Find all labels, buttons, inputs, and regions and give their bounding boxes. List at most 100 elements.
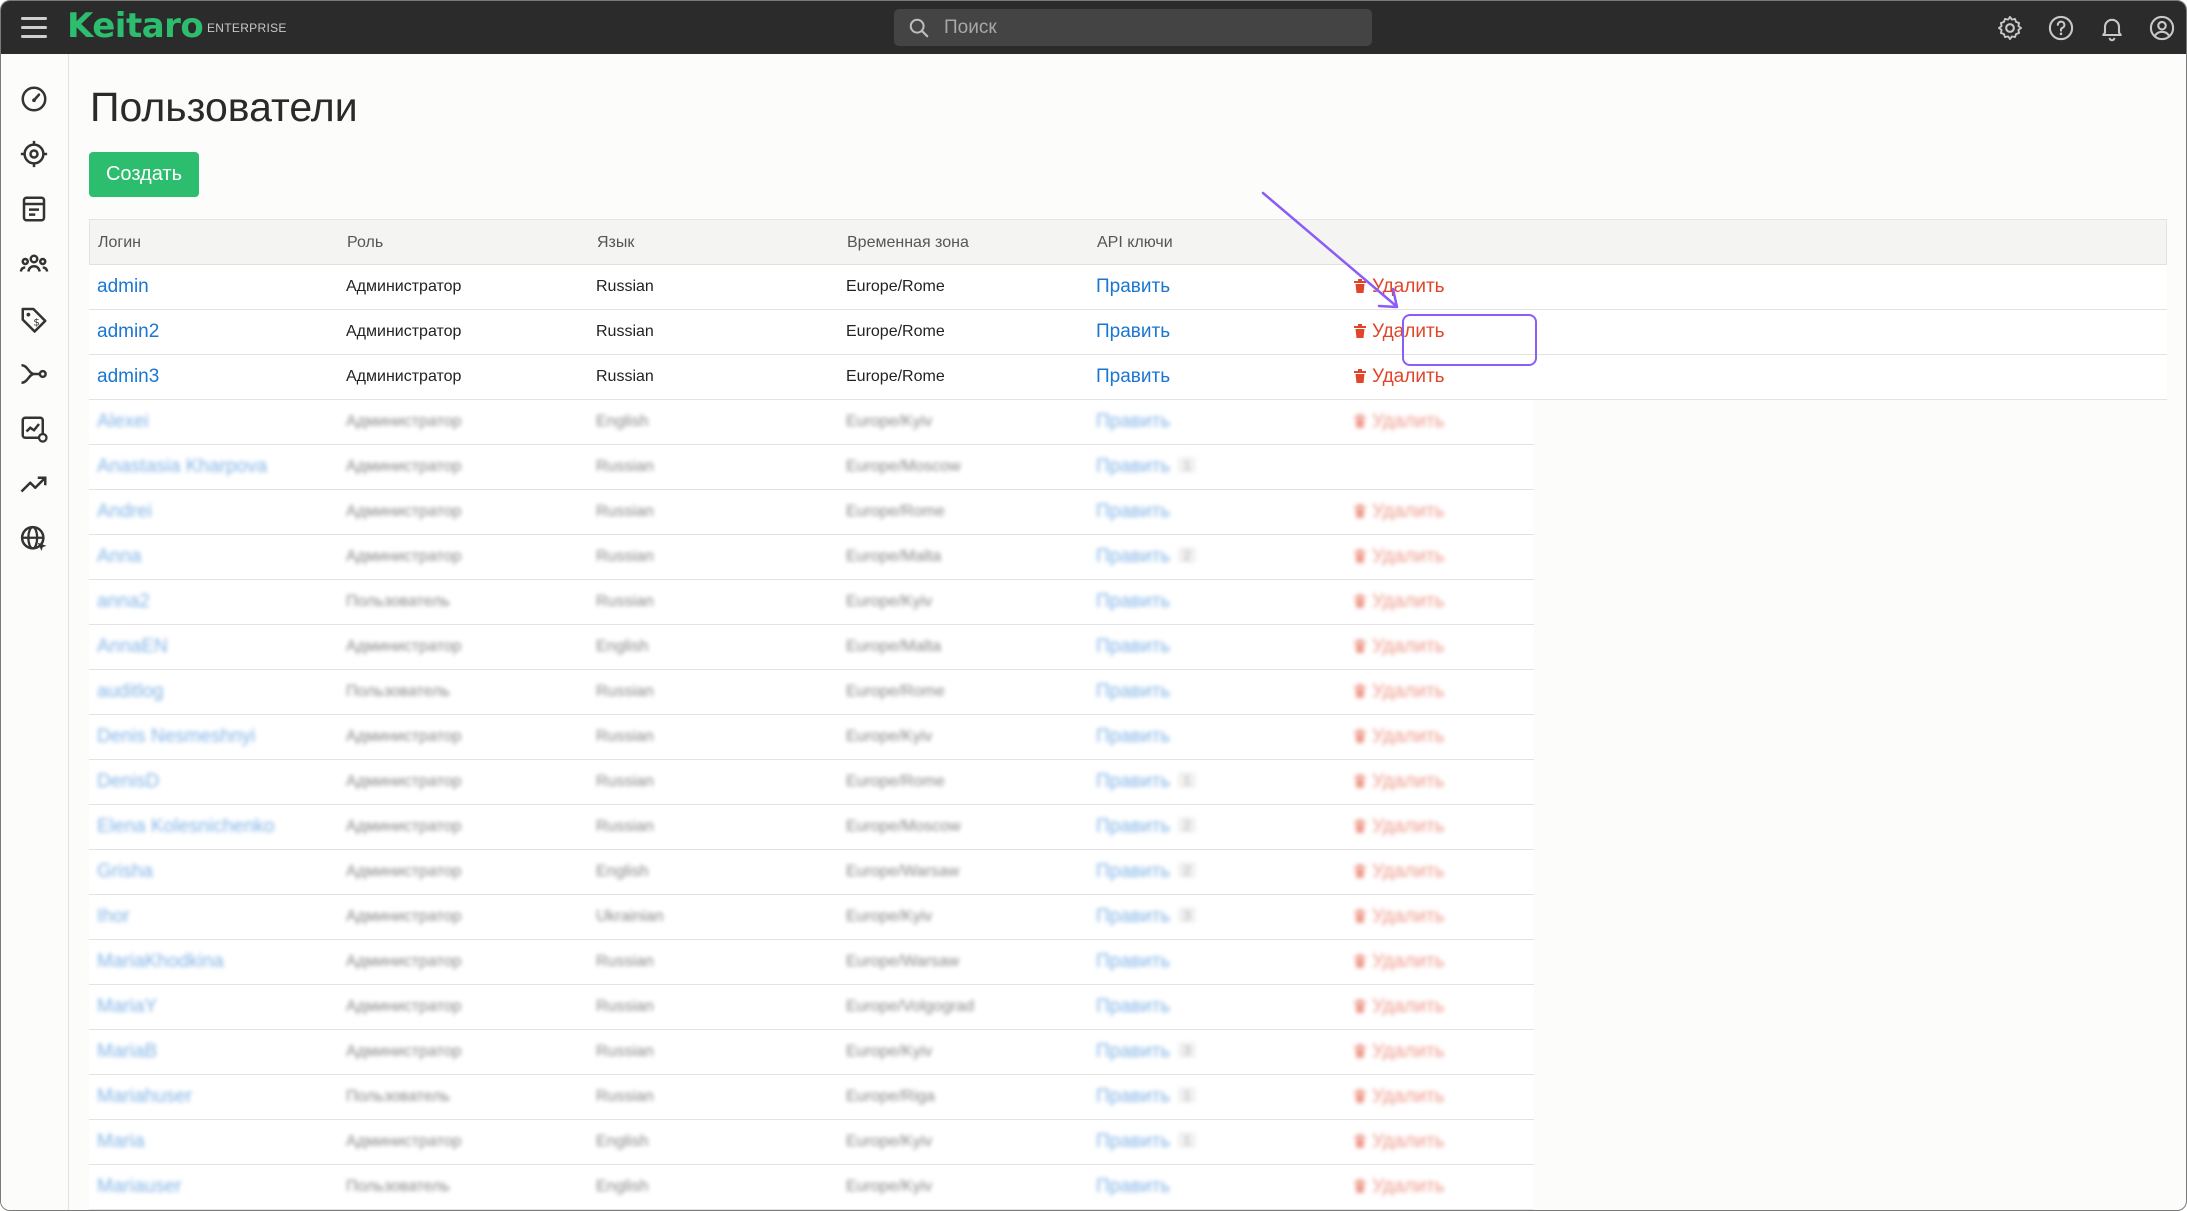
edit-link-label: Править xyxy=(1096,726,1171,747)
table-row: Maria Администратор English Europe/Kyiv Прав… xyxy=(89,1120,1534,1165)
landing-pages-icon[interactable] xyxy=(19,194,49,224)
edit-link-label: Править xyxy=(1096,321,1171,342)
delete-label: Удалить xyxy=(1372,771,1445,792)
column-login[interactable]: Логин xyxy=(98,234,141,252)
delete-user-button[interactable]: Удалить xyxy=(1354,726,1445,748)
flows-icon[interactable] xyxy=(19,359,49,389)
logo[interactable]: Keitaro xyxy=(67,6,204,46)
reports-icon[interactable] xyxy=(19,414,49,444)
settings-icon[interactable] xyxy=(1996,14,2024,42)
delete-user-button[interactable]: Удалить xyxy=(1354,501,1445,523)
user-login-link[interactable]: admin xyxy=(97,276,149,298)
edit-api-keys-link[interactable]: Править 2 xyxy=(1096,546,1196,568)
trash-icon xyxy=(1354,549,1366,563)
offers-icon[interactable]: $ xyxy=(19,304,49,334)
delete-user-button[interactable]: Удалить xyxy=(1354,996,1445,1018)
edit-api-keys-link[interactable]: Править 3 xyxy=(1096,1041,1196,1063)
edit-api-keys-link[interactable]: Править 1 xyxy=(1096,456,1196,478)
user-login-link[interactable]: Andrei xyxy=(97,501,152,523)
edit-api-keys-link[interactable]: Править xyxy=(1096,636,1170,658)
table-header: Логин Роль Язык Временная зона API ключи xyxy=(89,219,2167,265)
campaigns-icon[interactable] xyxy=(19,139,49,169)
edit-api-keys-link[interactable]: Править 2 xyxy=(1096,816,1196,838)
edit-api-keys-link[interactable]: Править 1 xyxy=(1096,1086,1196,1108)
edit-api-keys-link[interactable]: Править xyxy=(1096,276,1170,298)
user-login-link[interactable]: MariaY xyxy=(97,996,157,1018)
dashboard-icon[interactable] xyxy=(19,84,49,114)
edit-link-label: Править xyxy=(1096,1176,1171,1197)
delete-user-button[interactable]: Удалить xyxy=(1354,816,1445,838)
delete-user-button[interactable]: Удалить xyxy=(1354,1176,1445,1198)
edit-api-keys-link[interactable]: Править xyxy=(1096,996,1170,1018)
delete-user-button[interactable]: Удалить xyxy=(1354,1041,1445,1063)
user-role: Администратор xyxy=(346,1043,462,1060)
edit-api-keys-link[interactable]: Править 1 xyxy=(1096,1131,1196,1153)
delete-user-button[interactable]: Удалить xyxy=(1354,591,1445,613)
edit-api-keys-link[interactable]: Править xyxy=(1096,321,1170,343)
user-login-link[interactable]: Anna xyxy=(97,546,141,568)
delete-user-button[interactable]: Удалить xyxy=(1354,951,1445,973)
table-row: admin Администратор Russian Europe/Rome Прав… xyxy=(89,265,2167,310)
delete-user-button[interactable]: Удалить xyxy=(1354,321,1445,343)
delete-user-button[interactable]: Удалить xyxy=(1354,681,1445,703)
user-login-link[interactable]: AnnaEN xyxy=(97,636,168,658)
column-timezone[interactable]: Временная зона xyxy=(847,234,969,252)
delete-user-button[interactable]: Удалить xyxy=(1354,636,1445,658)
user-login-link[interactable]: Anastasia Kharpova xyxy=(97,456,267,478)
edit-api-keys-link[interactable]: Править xyxy=(1096,366,1170,388)
column-language[interactable]: Язык xyxy=(597,234,634,252)
api-keys-count-badge: 1 xyxy=(1178,772,1196,788)
user-login-link[interactable]: Ihor xyxy=(97,906,130,928)
user-login-link[interactable]: admin3 xyxy=(97,366,159,388)
user-login-link[interactable]: Grisha xyxy=(97,861,153,883)
edition-label: ENTERPRISE xyxy=(207,21,287,35)
trends-icon[interactable] xyxy=(19,469,49,499)
edit-api-keys-link[interactable]: Править xyxy=(1096,681,1170,703)
user-login-link[interactable]: Elena Kolesnichenko xyxy=(97,816,274,838)
delete-user-button[interactable]: Удалить xyxy=(1354,906,1445,928)
user-timezone: Europe/Volgograd xyxy=(846,998,975,1015)
user-login-link[interactable]: Mariahuser xyxy=(97,1086,192,1108)
user-login-link[interactable]: DenisD xyxy=(97,771,159,793)
user-login-link[interactable]: Alexei xyxy=(97,411,149,433)
bell-icon[interactable] xyxy=(2098,14,2126,42)
edit-api-keys-link[interactable]: Править 2 xyxy=(1096,861,1196,883)
user-login-link[interactable]: anna2 xyxy=(97,591,150,613)
delete-user-button[interactable]: Удалить xyxy=(1354,546,1445,568)
edit-api-keys-link[interactable]: Править xyxy=(1096,501,1170,523)
user-login-link[interactable]: MariaKhodkina xyxy=(97,951,224,973)
help-icon[interactable] xyxy=(2047,14,2075,42)
edit-api-keys-link[interactable]: Править xyxy=(1096,1176,1170,1198)
edit-api-keys-link[interactable]: Править xyxy=(1096,951,1170,973)
edit-link-label: Править xyxy=(1096,1041,1171,1062)
edit-api-keys-link[interactable]: Править xyxy=(1096,411,1170,433)
user-login-link[interactable]: MariaB xyxy=(97,1041,157,1063)
user-timezone: Europe/Kyiv xyxy=(846,1178,933,1195)
edit-api-keys-link[interactable]: Править 1 xyxy=(1096,771,1196,793)
delete-user-button[interactable]: Удалить xyxy=(1354,366,1445,388)
edit-api-keys-link[interactable]: Править xyxy=(1096,726,1170,748)
edit-api-keys-link[interactable]: Править xyxy=(1096,591,1170,613)
menu-icon[interactable] xyxy=(21,17,47,39)
domains-icon[interactable] xyxy=(19,524,49,554)
column-role[interactable]: Роль xyxy=(347,234,383,252)
edit-link-label: Править xyxy=(1096,906,1171,927)
create-user-button[interactable]: Создать xyxy=(89,152,199,197)
delete-user-button[interactable]: Удалить xyxy=(1354,1086,1445,1108)
user-login-link[interactable]: auditlog xyxy=(97,681,164,703)
user-login-link[interactable]: admin2 xyxy=(97,321,159,343)
user-login-link[interactable]: Mariauser xyxy=(97,1176,181,1198)
search-box[interactable] xyxy=(894,9,1372,46)
user-login-link[interactable]: Denis Nesmeshnyi xyxy=(97,726,255,748)
edit-api-keys-link[interactable]: Править 3 xyxy=(1096,906,1196,928)
delete-user-button[interactable]: Удалить xyxy=(1354,1131,1445,1153)
account-icon[interactable] xyxy=(2148,14,2176,42)
user-login-link[interactable]: Maria xyxy=(97,1131,145,1153)
search-input[interactable] xyxy=(944,9,1354,46)
delete-user-button[interactable]: Удалить xyxy=(1354,411,1445,433)
users-group-icon[interactable] xyxy=(19,249,49,279)
trash-icon xyxy=(1354,864,1366,878)
trash-icon xyxy=(1354,1044,1366,1058)
delete-user-button[interactable]: Удалить xyxy=(1354,861,1445,883)
delete-user-button[interactable]: Удалить xyxy=(1354,771,1445,793)
